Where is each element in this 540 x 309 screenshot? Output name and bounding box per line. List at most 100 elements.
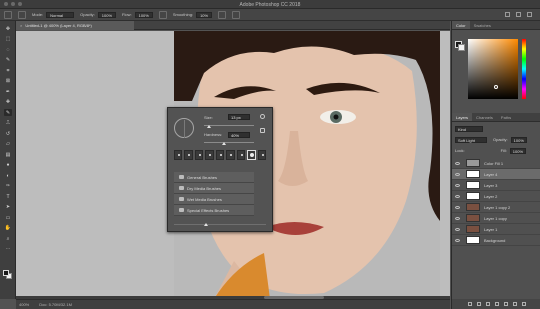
hand-tool-icon[interactable]: ✋ (4, 225, 12, 232)
eraser-tool-icon[interactable]: ▱ (4, 141, 12, 148)
mode-select[interactable]: Normal (46, 11, 75, 18)
brush-folder[interactable]: General Brushes (174, 172, 254, 183)
layer-name[interactable]: Layer 3 (484, 183, 497, 188)
move-tool-icon[interactable]: ✥ (4, 25, 12, 32)
zoom-level[interactable]: 400% (19, 302, 29, 307)
color-picker-ring[interactable] (494, 85, 498, 89)
brush-angle-preview[interactable] (174, 118, 194, 138)
search-icon[interactable] (505, 12, 510, 17)
path-select-tool-icon[interactable]: ➤ (4, 204, 12, 211)
brush-folder[interactable]: Special Effects Brushes (174, 205, 254, 216)
more-tools-icon[interactable]: ⋯ (4, 246, 12, 253)
layer-row[interactable]: Layer 1 copy 2 (452, 202, 540, 213)
visibility-eye-icon[interactable] (455, 172, 460, 176)
marquee-tool-icon[interactable]: ⬚ (4, 36, 12, 43)
workspace-icon[interactable] (516, 12, 521, 17)
brush-tool-icon[interactable]: ✎ (4, 109, 12, 116)
size-slider-knob[interactable] (207, 125, 211, 128)
tab-color[interactable]: Color (452, 21, 470, 29)
foreground-color-swatch[interactable] (3, 270, 9, 276)
add-mask-icon[interactable] (485, 302, 490, 306)
preview-size-knob[interactable] (204, 223, 208, 226)
layer-name[interactable]: Layer 1 copy 2 (484, 205, 510, 210)
layer-name[interactable]: Layer 1 (484, 227, 497, 232)
layer-opacity-input[interactable]: 100% (510, 136, 527, 143)
size-slider[interactable] (204, 125, 254, 126)
quick-select-tool-icon[interactable]: ✎ (4, 57, 12, 64)
background-color-swatch[interactable] (458, 44, 465, 51)
brush-preset[interactable] (226, 150, 235, 160)
brush-preset[interactable] (174, 150, 183, 160)
visibility-eye-icon[interactable] (455, 183, 460, 187)
close-tab-icon[interactable]: × (20, 23, 22, 28)
preview-size-slider[interactable] (174, 224, 266, 225)
airbrush-icon[interactable] (158, 10, 167, 19)
document-tab[interactable]: × Untitled-1 @ 400% (Layer 4, RGB/8*) (16, 21, 134, 30)
brush-preset[interactable] (257, 150, 266, 160)
pressure-size-icon[interactable] (232, 10, 241, 19)
opacity-control[interactable]: Opacity: 100% (80, 11, 117, 18)
smoothing-control[interactable]: Smoothing: 10% (173, 11, 213, 18)
new-preset-icon[interactable] (260, 128, 265, 133)
layer-row[interactable]: Layer 2 (452, 191, 540, 202)
rectangle-tool-icon[interactable]: ▭ (4, 214, 12, 221)
clone-stamp-tool-icon[interactable]: ⎍ (4, 120, 12, 127)
frame-tool-icon[interactable]: ⊠ (4, 78, 12, 85)
brush-preset[interactable] (215, 150, 225, 160)
mode-control[interactable]: Mode: Normal (32, 11, 75, 18)
tab-paths[interactable]: Paths (497, 113, 515, 121)
zoom-tool-icon[interactable]: ⌕ (4, 235, 12, 242)
share-icon[interactable] (527, 12, 532, 17)
flow-input[interactable]: 100% (134, 11, 153, 18)
layer-row[interactable]: Layer 3 (452, 180, 540, 191)
dodge-tool-icon[interactable]: ◐ (4, 172, 12, 179)
brush-folder[interactable]: Dry Media Brushes (174, 183, 254, 194)
visibility-eye-icon[interactable] (455, 216, 460, 220)
adjustment-layer-icon[interactable] (494, 302, 499, 306)
layer-name[interactable]: Layer 1 copy (484, 216, 507, 221)
layer-name[interactable]: Color Fill 1 (484, 161, 503, 166)
hardness-input[interactable]: 40% (228, 132, 250, 138)
eyedropper-tool-icon[interactable]: ✒ (4, 88, 12, 95)
flow-control[interactable]: Flow: 100% (122, 11, 153, 18)
brush-folder[interactable]: Wet Media Brushes (174, 194, 254, 205)
layer-row[interactable]: Layer 1 (452, 224, 540, 235)
visibility-eye-icon[interactable] (455, 161, 460, 165)
layer-name[interactable]: Layer 4 (484, 172, 497, 177)
new-layer-icon[interactable] (512, 302, 517, 306)
filter-kind-select[interactable]: Kind (455, 125, 483, 132)
gear-icon[interactable] (260, 114, 265, 119)
color-field[interactable] (468, 39, 518, 99)
visibility-eye-icon[interactable] (455, 227, 460, 231)
brush-preset[interactable] (194, 150, 204, 160)
layer-name[interactable]: Background (484, 238, 505, 243)
delete-layer-icon[interactable] (521, 302, 526, 306)
layer-row[interactable]: Layer 1 copy (452, 213, 540, 224)
layer-row[interactable]: Layer 4 (452, 169, 540, 180)
tab-layers[interactable]: Layers (452, 113, 473, 121)
brush-preset[interactable] (184, 150, 193, 160)
blur-tool-icon[interactable]: ● (4, 162, 12, 169)
tab-swatches[interactable]: Swatches (470, 21, 495, 29)
fill-input[interactable]: 100% (509, 147, 527, 154)
brush-preset[interactable] (236, 150, 246, 160)
type-tool-icon[interactable]: T (4, 193, 12, 200)
brush-preset[interactable] (247, 150, 256, 160)
healing-brush-tool-icon[interactable]: ✚ (4, 99, 12, 106)
gradient-tool-icon[interactable]: ▤ (4, 151, 12, 158)
layer-style-icon[interactable] (476, 302, 481, 306)
layer-name[interactable]: Layer 2 (484, 194, 497, 199)
brush-preset[interactable] (205, 150, 214, 160)
home-icon[interactable] (4, 10, 12, 19)
visibility-eye-icon[interactable] (455, 194, 460, 198)
visibility-eye-icon[interactable] (455, 238, 460, 242)
hardness-slider[interactable] (204, 142, 254, 143)
tab-channels[interactable]: Channels (472, 113, 497, 121)
history-brush-tool-icon[interactable]: ↺ (4, 130, 12, 137)
layer-row[interactable]: Background (452, 235, 540, 246)
size-input[interactable]: 13 px (228, 114, 250, 120)
new-group-icon[interactable] (503, 302, 508, 306)
blend-mode-select[interactable]: Soft Light (455, 136, 487, 143)
smoothing-settings-icon[interactable] (218, 10, 227, 19)
hardness-slider-knob[interactable] (222, 142, 226, 145)
